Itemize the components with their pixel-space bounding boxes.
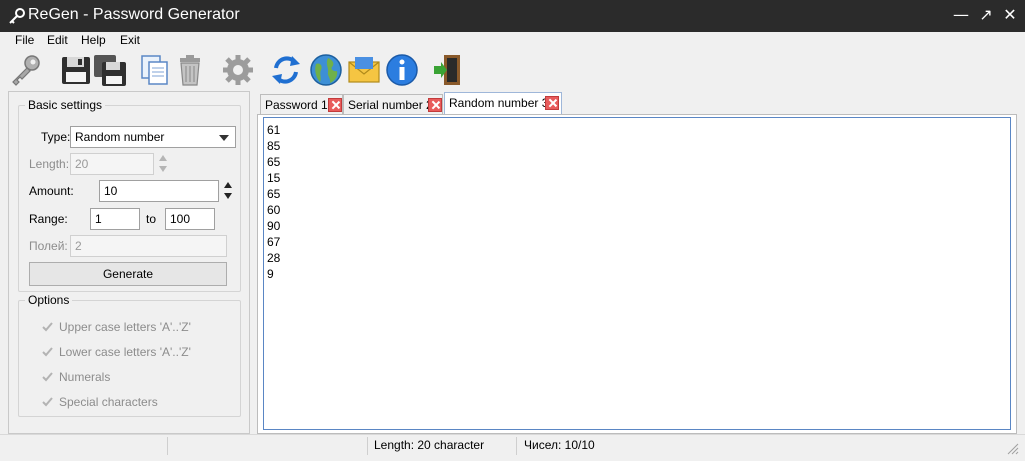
output-textarea[interactable]: 61 85 65 15 65 60 90 67 28 9 — [263, 117, 1011, 430]
tab-random-number-3[interactable]: Random number 3 — [444, 92, 562, 115]
fields-input[interactable]: 2 — [70, 235, 227, 257]
status-bar: Length: 20 character Чисел: 10/10 — [0, 434, 1025, 461]
menu-exit[interactable]: Exit — [120, 33, 140, 47]
output-line: 85 — [267, 139, 281, 153]
close-icon[interactable] — [428, 98, 442, 112]
tab-password-1[interactable]: Password 1 — [260, 94, 343, 114]
output-line: 65 — [267, 187, 281, 201]
window-title: ReGen - Password Generator — [28, 6, 240, 23]
type-select-value: Random number — [75, 130, 165, 144]
output-line: 9 — [267, 267, 274, 281]
range-to-input[interactable]: 100 — [165, 208, 215, 230]
menu-edit[interactable]: Edit — [47, 33, 68, 47]
amount-label: Amount: — [29, 184, 74, 198]
check-icon[interactable] — [41, 345, 54, 358]
option-uppercase: Upper case letters 'A'..'Z' — [59, 320, 191, 334]
output-line: 60 — [267, 203, 281, 217]
close-icon[interactable] — [545, 96, 559, 110]
output-line: 90 — [267, 219, 281, 233]
output-line: 67 — [267, 235, 281, 249]
amount-stepper[interactable] — [223, 180, 233, 202]
length-stepper[interactable] — [158, 153, 168, 175]
status-length: Length: 20 character — [374, 438, 485, 452]
settings-panel: Basic settings Type: Random number Lengt… — [8, 91, 250, 434]
exit-door-icon[interactable] — [430, 52, 466, 88]
range-from-input[interactable]: 1 — [90, 208, 140, 230]
option-numerals: Numerals — [59, 370, 111, 384]
info-icon[interactable] — [384, 52, 420, 88]
range-to-label: to — [146, 212, 157, 226]
option-lowercase: Lower case letters 'A'..'Z' — [59, 345, 191, 359]
amount-input[interactable]: 10 — [99, 180, 219, 202]
menu-help[interactable]: Help — [81, 33, 106, 47]
minimize-button[interactable]: — — [950, 4, 972, 26]
maximize-button[interactable]: ↗ — [975, 4, 997, 26]
output-area: Password 1 Serial number 2 Random number… — [257, 91, 1017, 434]
generate-button[interactable]: Generate — [29, 262, 227, 286]
title-bar: ReGen - Password Generator — ↗ ✕ — [0, 0, 1025, 32]
check-icon[interactable] — [41, 370, 54, 383]
option-special: Special characters — [59, 395, 158, 409]
fields-label: Полей: — [29, 239, 68, 253]
output-line: 65 — [267, 155, 281, 169]
trash-icon[interactable] — [172, 52, 208, 88]
status-count: Чисел: 10/10 — [524, 438, 595, 452]
length-input[interactable]: 20 — [70, 153, 154, 175]
type-select[interactable]: Random number — [70, 126, 236, 148]
options-group: Options Upper case letters 'A'..'Z' Lowe… — [18, 293, 241, 417]
tab-label: Random number 3 — [449, 96, 549, 110]
close-button[interactable]: ✕ — [999, 4, 1021, 26]
copy-icon[interactable] — [136, 52, 172, 88]
output-line: 61 — [267, 123, 281, 137]
tab-label: Serial number 2 — [348, 98, 433, 112]
save-all-icon[interactable] — [92, 52, 128, 88]
chevron-down-icon — [219, 135, 229, 141]
key-icon[interactable] — [8, 52, 44, 88]
basic-settings-title: Basic settings — [25, 98, 106, 112]
toolbar — [0, 50, 1025, 90]
basic-settings-group: Basic settings Type: Random number Lengt… — [18, 98, 241, 292]
refresh-icon[interactable] — [268, 52, 304, 88]
menu-file[interactable]: File — [15, 33, 34, 47]
tab-pane: 61 85 65 15 65 60 90 67 28 9 — [257, 114, 1017, 434]
menu-bar: File Edit Help Exit — [0, 32, 1025, 50]
length-label: Length: — [29, 157, 70, 171]
tab-serial-number-2[interactable]: Serial number 2 — [343, 94, 443, 114]
output-line: 28 — [267, 251, 281, 265]
options-title: Options — [25, 293, 73, 307]
check-icon[interactable] — [41, 395, 54, 408]
key-icon — [8, 7, 26, 25]
type-label: Type: — [41, 130, 71, 144]
tab-label: Password 1 — [265, 98, 328, 112]
globe-icon[interactable] — [308, 52, 344, 88]
range-label: Range: — [29, 212, 68, 226]
resize-grip-icon[interactable] — [1005, 441, 1019, 455]
output-line: 15 — [267, 171, 281, 185]
save-icon[interactable] — [58, 52, 94, 88]
close-icon[interactable] — [328, 98, 342, 112]
mail-icon[interactable] — [346, 52, 382, 88]
check-icon[interactable] — [41, 320, 54, 333]
gear-icon[interactable] — [220, 52, 256, 88]
